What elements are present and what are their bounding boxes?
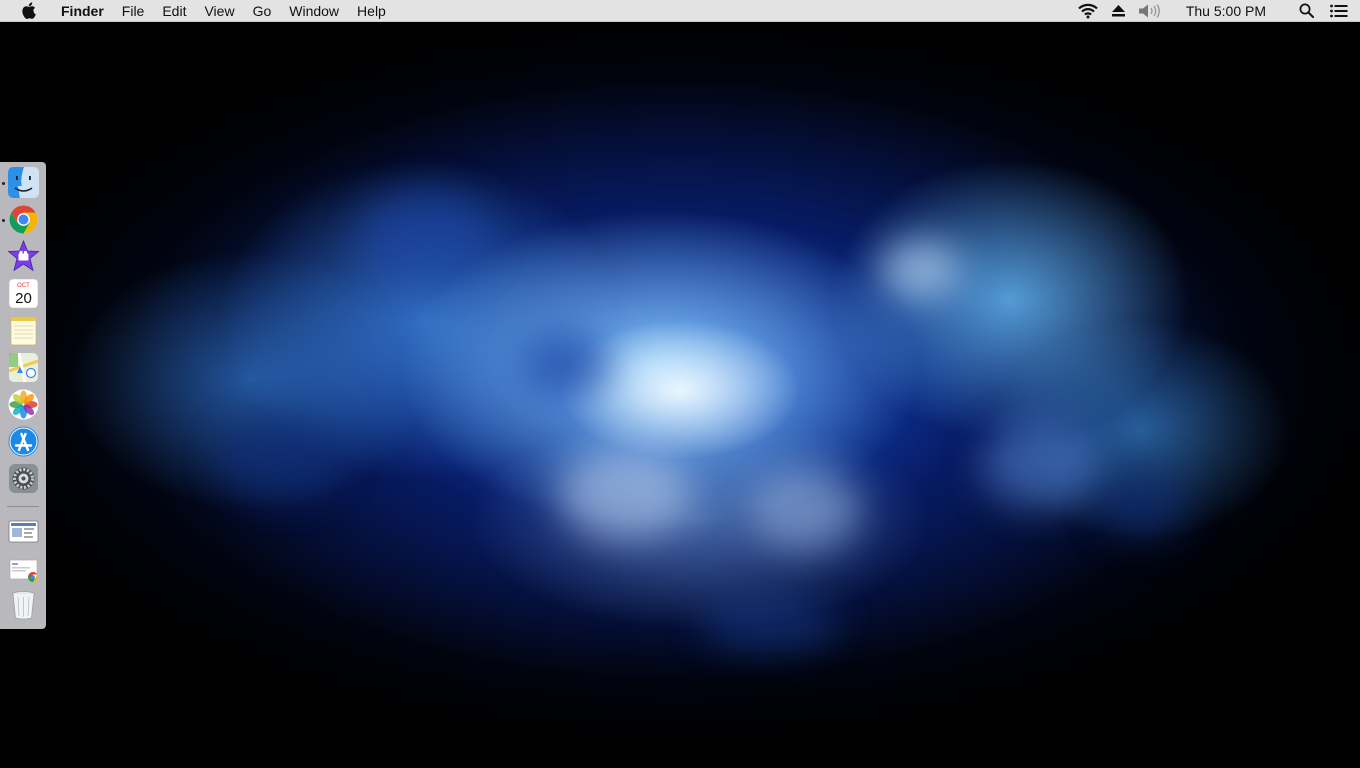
dock-screenshot-thumbnail-icon[interactable] bbox=[7, 515, 40, 548]
dock-maps-icon[interactable] bbox=[7, 351, 40, 384]
menu-help[interactable]: Help bbox=[348, 0, 395, 22]
dock-app-store-icon[interactable] bbox=[7, 425, 40, 458]
dock: OCT 20 bbox=[0, 162, 46, 629]
wallpaper bbox=[0, 0, 1360, 768]
dock-trash-icon[interactable] bbox=[7, 588, 40, 621]
menu-go[interactable]: Go bbox=[244, 0, 281, 22]
svg-text:20: 20 bbox=[15, 290, 32, 307]
volume-icon[interactable] bbox=[1138, 0, 1161, 22]
spotlight-icon[interactable] bbox=[1299, 0, 1314, 22]
dock-chrome-icon[interactable] bbox=[7, 203, 40, 236]
finder-running-indicator bbox=[2, 182, 5, 185]
dock-system-preferences-icon[interactable] bbox=[7, 462, 40, 495]
menu-app-finder[interactable]: Finder bbox=[52, 0, 113, 22]
menu-file[interactable]: File bbox=[113, 0, 154, 22]
desktop[interactable] bbox=[0, 0, 1360, 768]
eject-icon[interactable] bbox=[1111, 0, 1125, 22]
wifi-icon[interactable] bbox=[1078, 0, 1098, 22]
menu-bar: Finder File Edit View Go Window Help Thu… bbox=[0, 0, 1360, 22]
menu-edit[interactable]: Edit bbox=[153, 0, 195, 22]
svg-text:OCT: OCT bbox=[17, 283, 30, 289]
dock-imovie-icon[interactable] bbox=[7, 239, 40, 273]
apple-logo-icon[interactable] bbox=[18, 0, 38, 22]
dock-separator bbox=[7, 506, 39, 507]
dock-calendar-icon[interactable]: OCT 20 bbox=[7, 277, 40, 310]
menu-view[interactable]: View bbox=[195, 0, 243, 22]
dock-photos-icon[interactable] bbox=[7, 388, 40, 421]
chrome-running-indicator bbox=[2, 219, 5, 222]
dock-notes-icon[interactable] bbox=[7, 314, 40, 347]
menu-window[interactable]: Window bbox=[280, 0, 348, 22]
notification-center-icon[interactable] bbox=[1330, 0, 1348, 22]
dock-chrome-document-icon[interactable] bbox=[7, 553, 40, 586]
menu-clock[interactable]: Thu 5:00 PM bbox=[1177, 0, 1275, 22]
dock-finder-icon[interactable] bbox=[7, 166, 40, 199]
